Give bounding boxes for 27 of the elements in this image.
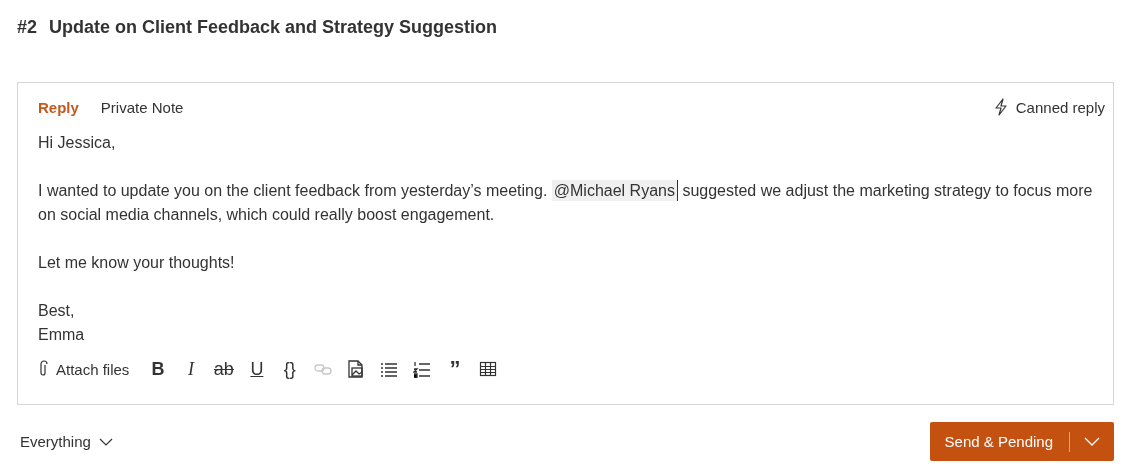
filter-dropdown[interactable]: Everything <box>20 433 113 450</box>
mention-tag[interactable]: @Michael Ryans <box>551 180 678 201</box>
code-button[interactable]: {} <box>273 357 307 381</box>
strikethrough-button[interactable]: ab <box>207 357 241 381</box>
underline-button[interactable]: U <box>240 357 274 381</box>
editor-tab[interactable]: Reply <box>38 95 79 119</box>
ticket-number: #2 <box>17 17 38 39</box>
attach-files-button[interactable]: Attach files <box>38 357 130 381</box>
chevron-down-icon <box>1084 437 1100 446</box>
bullet-list-icon <box>379 360 398 378</box>
lightning-icon <box>993 98 1008 116</box>
send-pending-button[interactable]: Send & Pending <box>929 422 1114 461</box>
message-paragraph: Hi Jessica, <box>38 133 117 153</box>
editor-tab[interactable]: Private Note <box>100 95 184 119</box>
quote-button[interactable]: ” <box>438 357 472 381</box>
canned-reply-button[interactable]: Canned reply <box>993 95 1105 119</box>
numbered-list-icon <box>412 360 431 378</box>
italic-button[interactable]: I <box>174 357 208 381</box>
paperclip-icon <box>38 360 48 378</box>
message-paragraph: Let me know your thoughts! <box>38 253 236 273</box>
message-paragraph: I wanted to update you on the client feedback from yesterday’s meeting. @Michael Ryans suggested we adjust the marketing strategy to focus more on social media channels, which could really boost engagement. <box>38 179 1094 225</box>
table-icon <box>478 360 497 378</box>
ticket-title: Update on Client Feedback and Strategy Suggestion <box>49 17 498 39</box>
bold-button[interactable]: B <box>141 357 175 381</box>
message-paragraph: Best, Emma <box>38 301 86 345</box>
image-icon <box>346 360 365 378</box>
chevron-down-icon <box>98 437 113 446</box>
